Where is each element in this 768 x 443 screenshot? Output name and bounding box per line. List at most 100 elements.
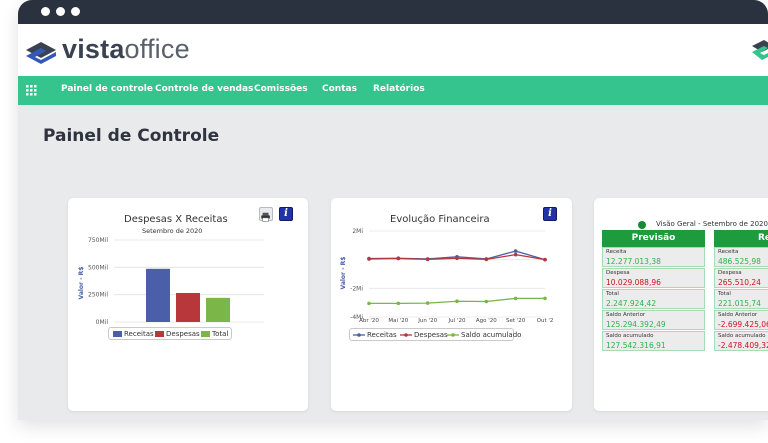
line-chart: Valor - R$ -4Mi-2Mi2MiAbr '20 Mai '20 Jun … [340,228,554,324]
logo-icon [26,42,56,64]
x-tick-label: Ago '20 [476,318,497,324]
y-tick-label: 750Mil [88,237,108,244]
nav-relatorios[interactable]: Relatórios [373,84,425,94]
window-dot-2 [56,7,65,16]
y-tick-label: 2Mi [352,228,363,235]
previsao-saldo-acumulado: Saldo acumulado 127.542.316,91 [602,331,705,351]
legend-line-receitas [353,333,365,337]
y-tick-label: -2Mi [350,285,363,292]
cell-value: 486.525,98 [718,257,761,266]
cell-value: 12.277.013,38 [606,257,661,266]
x-tick-label: Mai '20 [388,318,408,324]
cell-value: 10.029.088,96 [606,278,661,287]
realizado-saldo-anterior: Saldo Anterior -2.699.425,06 [714,310,768,330]
legend-total[interactable]: Total [212,330,228,338]
x-tick-label: Abr '20 [359,318,379,324]
nav-controle-de-vendas[interactable]: Controle de vendas [155,84,253,94]
cell-label: Saldo Anterior [718,312,758,318]
main-navbar: Painel de controle Controle de vendas Co… [18,76,768,105]
realizado-despesa: Despesa 265.510,24 [714,268,768,288]
legend-swatch-despesas [155,331,164,337]
cell-value: 265.510,24 [718,278,761,287]
brand-mark-icon [752,40,768,60]
data-point [513,252,518,257]
cell-label: Despesa [718,270,742,276]
card-despesas-receitas: Despesas X Receitas Setembro de 2020 i V… [68,198,308,411]
y-tick-label: 250Mil [88,292,108,299]
legend-swatch-receitas [113,331,122,337]
legend-despesas[interactable]: Despesas [166,330,200,338]
cell-label: Despesa [606,270,630,276]
data-point [367,257,371,261]
nav-painel-de-controle[interactable]: Painel de controle [61,84,153,94]
legend-saldo-acumulado[interactable]: Saldo acumulado [461,331,521,339]
bar-despesas [176,292,200,322]
x-tick-label: Jun '20 [417,318,437,324]
window-titlebar [18,0,768,24]
line-chart-legend: Receitas Despesas Saldo acumulado [349,328,521,341]
data-point [513,249,518,253]
nav-comissoes[interactable]: Comissões [254,84,308,94]
cell-value: 2.247.924,42 [606,299,657,308]
previsao-despesa: Despesa 10.029.088,96 [602,268,705,288]
line-chart-ylabel: Valor - R$ [340,257,347,290]
y-tick-label: 0Mil [96,319,109,326]
bar-chart: Valor - R$ 0Mil 250Mil 500Mil 750Mil [78,237,264,326]
app-header: vistaoffice [18,24,768,76]
apps-grid-icon[interactable] [26,85,37,96]
legend-receitas[interactable]: Receitas [124,330,154,338]
legend-receitas[interactable]: Receitas [367,331,397,339]
data-point [543,257,547,262]
legend-swatch-total [201,331,210,337]
window-dot-1 [41,7,50,16]
cell-label: Receita [606,249,627,255]
data-point [367,301,371,306]
data-point [513,296,518,301]
brand-name-light: office [124,34,190,64]
app-window: vistaoffice Painel de controle Controle … [18,0,768,420]
page-title: Painel de Controle [43,126,220,146]
column-header-realizado: Rea [714,230,768,247]
bar-receitas [146,268,170,322]
x-tick-label: Out '2 [537,318,554,324]
data-point [484,299,489,304]
card-evolucao-financeira: Evolução Financeira i Valor - R$ -4Mi -2M… [331,198,572,411]
data-point [425,301,430,305]
realizado-total: Total 221.015,74 [714,289,768,309]
y-tick-label: 500Mil [88,264,108,271]
legend-line-despesas [400,333,412,337]
previsao-receita: Receita 12.277.013,38 [602,247,705,267]
brand-logo[interactable]: vistaoffice [62,34,190,65]
bar-chart-ylabel: Valor - R$ [78,267,85,300]
cell-label: Saldo Anterior [606,312,646,318]
previsao-total: Total 2.247.924,42 [602,289,705,309]
previsao-saldo-anterior: Saldo Anterior 125.294.392,49 [602,310,705,330]
window-dot-3 [71,7,80,16]
column-header-previsao: Previsão [602,230,705,247]
data-point [425,257,430,262]
legend-despesas[interactable]: Despesas [414,331,448,339]
data-point [543,296,547,301]
cell-value: -2.699.425,06 [718,320,768,329]
brand-name-bold: vista [62,34,125,64]
legend-line-saldo [447,333,459,337]
data-point [396,256,401,261]
cell-label: Receita [718,249,739,255]
realizado-saldo-acumulado: Saldo acumulado -2.478.409,32 [714,331,768,351]
cell-label: Total [718,291,731,297]
data-point [396,301,401,306]
bar-total [206,297,230,322]
cell-value: -2.478.409,32 [718,341,768,350]
nav-contas[interactable]: Contas [322,84,357,94]
x-tick-label: Set '20 [506,318,526,324]
cell-value: 127.542.316,91 [606,341,666,350]
collapse-toggle-icon[interactable] [638,221,646,229]
card-visao-geral: Visão Geral - Setembro de 2020 Previsão … [594,198,768,411]
cell-label: Total [606,291,619,297]
x-tick-label: Jul '20 [448,318,466,324]
cell-label: Saldo acumulado [606,333,654,339]
overview-title: Visão Geral - Setembro de 2020 [656,220,768,228]
cell-value: 125.294.392,49 [606,320,666,329]
data-point [455,299,459,304]
realizado-receita: Receita 486.525,98 [714,247,768,267]
